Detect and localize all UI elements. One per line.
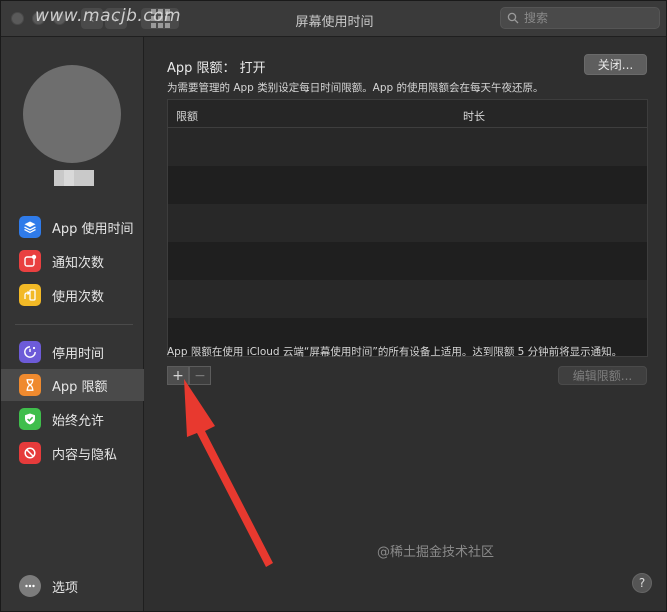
username-redacted (54, 170, 94, 186)
sidebar-item-pickups[interactable]: 使用次数 (1, 279, 144, 311)
sidebar-item-app-usage[interactable]: App 使用时间 (1, 211, 144, 243)
column-header-limit[interactable]: 限额 (176, 108, 198, 124)
options-button[interactable]: 选项 (19, 575, 78, 597)
sidebar-item-downtime[interactable]: 停用时间 (1, 336, 144, 368)
checkmark-shield-icon (19, 408, 41, 430)
sidebar-item-notifications[interactable]: 通知次数 (1, 245, 144, 277)
stack-icon (19, 216, 41, 238)
sidebar-item-label: App 限额 (52, 379, 108, 395)
table-row (168, 128, 647, 166)
downtime-icon (19, 341, 41, 363)
main-panel: App 限额： 打开 关闭... 为需要管理的 App 类别设定每日时间限额。A… (145, 37, 666, 611)
add-remove-controls: + − (167, 366, 211, 385)
search-field[interactable] (500, 7, 660, 29)
limits-table: 限额 时长 (167, 99, 648, 357)
sidebar-item-label: 停用时间 (52, 346, 105, 362)
table-row (168, 204, 647, 242)
table-row (168, 280, 647, 318)
avatar[interactable] (23, 65, 121, 163)
options-label: 选项 (52, 580, 79, 596)
search-input[interactable] (524, 11, 654, 25)
sidebar-item-label: 内容与隐私 (52, 447, 118, 463)
table-header: 限额 时长 (168, 100, 647, 128)
sidebar-item-label: 始终允许 (52, 413, 105, 429)
ellipsis-icon (19, 575, 41, 597)
search-icon (507, 12, 519, 24)
table-row (168, 166, 647, 204)
app-limits-description: 为需要管理的 App 类别设定每日时间限额。App 的使用限额会在每天午夜还原。 (167, 82, 544, 94)
add-limit-button[interactable]: + (167, 366, 189, 385)
remove-limit-button[interactable]: − (189, 366, 211, 385)
no-sign-icon (19, 442, 41, 464)
sidebar-divider (15, 324, 133, 325)
sidebar-item-always-allowed[interactable]: 始终允许 (1, 403, 144, 435)
icloud-footnote: App 限额在使用 iCloud 云端“屏幕使用时间”的所有设备上适用。达到限额… (167, 346, 623, 358)
turn-off-button[interactable]: 关闭... (584, 54, 647, 75)
hourglass-icon (19, 374, 41, 396)
notification-icon (19, 250, 41, 272)
sidebar-item-content-privacy[interactable]: 内容与隐私 (1, 437, 144, 469)
app-limits-status: App 限额： 打开 (167, 61, 266, 76)
help-button[interactable]: ? (632, 573, 652, 593)
title-bar: ‹ › www.macjb.com 屏幕使用时间 (1, 1, 666, 37)
sidebar-item-label: 通知次数 (52, 255, 105, 271)
sidebar-item-app-limits[interactable]: App 限额 (1, 369, 144, 401)
pickup-icon (19, 284, 41, 306)
column-header-duration[interactable]: 时长 (463, 108, 485, 124)
edit-limit-button[interactable]: 编辑限额... (558, 366, 647, 385)
credit-watermark: @稀土掘金技术社区 (377, 545, 495, 560)
sidebar-item-label: App 使用时间 (52, 221, 134, 237)
sidebar: App 使用时间 通知次数 使用次数 停用时间 App 限额 始终允许 内容与隐… (1, 37, 144, 611)
sidebar-item-label: 使用次数 (52, 289, 105, 305)
table-row (168, 242, 647, 280)
screen-time-window: ‹ › www.macjb.com 屏幕使用时间 App 使用时间 通知次数 (0, 0, 667, 612)
